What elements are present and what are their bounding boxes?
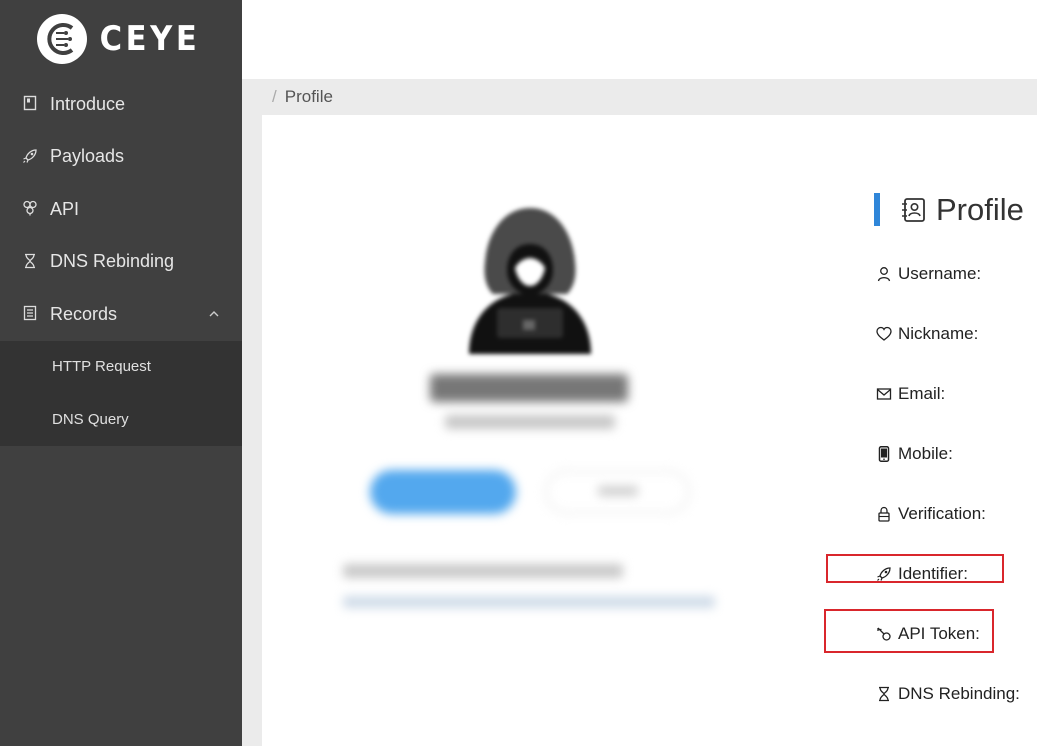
- breadcrumb-separator: /: [272, 87, 277, 106]
- sidebar-subitem-label: HTTP Request: [52, 358, 151, 376]
- sidebar-subitem-http-request[interactable]: HTTP Request: [0, 341, 242, 394]
- field-label: Nickname:: [898, 324, 979, 343]
- file-icon: [22, 305, 40, 323]
- hourglass-icon: [22, 253, 40, 271]
- sidebar-item-records[interactable]: Records: [0, 288, 242, 341]
- book-icon: [22, 95, 40, 113]
- sidebar-item-label: Introduce: [50, 93, 126, 114]
- field-nickname: Nickname:: [876, 323, 978, 345]
- page-title: Profile: [936, 191, 1024, 227]
- field-dns-rebinding: DNS Rebinding:: [876, 683, 1020, 705]
- rocket-icon: [22, 148, 40, 166]
- field-verification: Verification:: [876, 503, 986, 525]
- sidebar: CEYE Introduce Payloads API DNS Rebindin…: [0, 0, 242, 746]
- accent-bar: [874, 193, 880, 226]
- sidebar-item-label: API: [50, 198, 80, 219]
- field-email: Email:: [876, 383, 945, 405]
- api-token-highlight-box: [824, 609, 994, 653]
- chevron-up-icon[interactable]: [208, 308, 220, 320]
- sidebar-item-label: DNS Rebinding: [50, 251, 175, 272]
- field-label: DNS Rebinding:: [898, 684, 1020, 703]
- identifier-highlight-box: [826, 554, 1004, 583]
- sidebar-subitem-label: DNS Query: [52, 410, 129, 428]
- hourglass-icon: [876, 686, 892, 702]
- field-mobile: Mobile:: [876, 443, 953, 465]
- sidebar-item-api[interactable]: API: [0, 183, 242, 236]
- field-label: Email:: [898, 384, 946, 403]
- redacted-text-line: [343, 564, 623, 578]
- user-icon: [876, 266, 892, 282]
- sidebar-item-introduce[interactable]: Introduce: [0, 78, 242, 131]
- redacted-primary-button[interactable]: [370, 470, 516, 514]
- sidebar-item-label: Payloads: [50, 146, 125, 167]
- sidebar-subitem-dns-query[interactable]: DNS Query: [0, 393, 242, 446]
- redacted-link-line: [343, 596, 715, 608]
- heart-icon: [876, 326, 892, 342]
- contact-card-icon: [900, 197, 926, 223]
- field-label: Mobile:: [898, 444, 953, 463]
- ceye-logo-icon: [36, 14, 87, 64]
- lock-icon: [876, 506, 892, 522]
- logo[interactable]: CEYE: [0, 0, 242, 78]
- sidebar-item-dns-rebinding[interactable]: DNS Rebinding: [0, 236, 242, 289]
- field-username: Username:: [876, 263, 981, 285]
- hacker-avatar-icon: [469, 208, 591, 354]
- records-submenu: HTTP Request DNS Query: [0, 340, 242, 446]
- mail-icon: [876, 386, 892, 402]
- breadcrumb-current: Profile: [284, 87, 333, 106]
- field-label: Verification:: [898, 504, 986, 523]
- logo-text: CEYE: [99, 19, 201, 59]
- redacted-name: [430, 374, 628, 402]
- sidebar-item-label: Records: [50, 303, 118, 324]
- phone-icon: [876, 446, 892, 462]
- redacted-subtitle: [445, 415, 615, 429]
- sidebar-item-payloads[interactable]: Payloads: [0, 131, 242, 184]
- profile-header: Profile: [874, 191, 1024, 227]
- api-icon: [22, 200, 40, 218]
- content-gutter: [242, 115, 262, 746]
- field-label: Username:: [898, 264, 982, 283]
- breadcrumb: / Profile: [242, 79, 1037, 115]
- redacted-secondary-button-label: [598, 486, 638, 496]
